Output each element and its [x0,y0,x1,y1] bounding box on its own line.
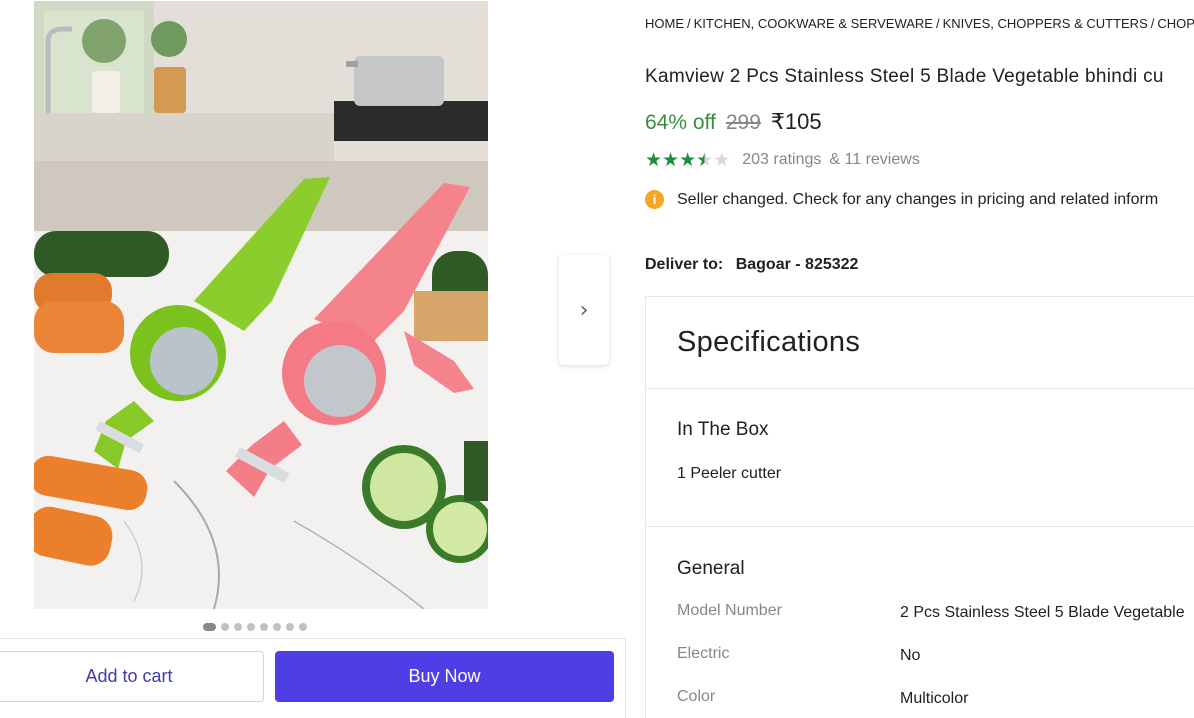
delivery-location[interactable]: Deliver to: Bagoar - 825322 [645,256,858,274]
star-full-icon: ★ [645,149,663,171]
seller-changed-notice: i Seller changed. Check for any changes … [645,189,1159,209]
spec-key: Electric [677,645,730,662]
carousel-dot-active[interactable] [203,623,216,631]
carousel-dot[interactable] [260,623,268,631]
in-the-box-section: In The Box 1 Peeler cutter [646,389,1194,527]
in-the-box-title: In The Box [677,419,769,440]
next-image-button[interactable]: › [559,255,609,365]
star-rating: ★ ★ ★ ★ ★ [645,150,730,170]
discount-percent: 64% off [645,111,716,134]
purchase-action-bar: Add to cart Buy Now [0,638,626,718]
star-full-icon: ★ [679,149,697,171]
ratings-count: 203 ratings [742,151,822,168]
carousel-dot[interactable] [221,623,229,631]
specifications-header: Specifications [646,297,1194,389]
carousel-dot[interactable] [247,623,255,631]
spec-key: Color [677,688,716,705]
product-title: Kamview 2 Pcs Stainless Steel 5 Blade Ve… [645,66,1164,87]
product-photo [34,1,488,609]
price-row: 64% off 299 ₹105 [645,109,822,135]
product-details: HOME / KITCHEN, COOKWARE & SERVEWARE / KNIVE… [645,0,1194,718]
star-full-icon: ★ [662,149,680,171]
carousel-dot[interactable] [299,623,307,631]
carousel-dot[interactable] [273,623,281,631]
info-icon: i [645,189,664,209]
deliver-label: Deliver to: [645,256,724,273]
specifications-heading: Specifications [677,326,861,358]
deliver-pincode: Bagoar - 825322 [735,256,859,273]
add-to-cart-button[interactable]: Add to cart [0,651,264,702]
carousel-dot[interactable] [286,623,294,631]
breadcrumb-link-knives[interactable]: KNIVES, CHOPPERS & CUTTERS [943,16,1148,31]
selling-price: ₹105 [770,109,822,134]
chevron-right-icon: › [579,297,589,323]
breadcrumb-link-chopper[interactable]: CHOPPER [1157,16,1194,31]
buy-now-button[interactable]: Buy Now [275,651,614,702]
spec-value: No [900,647,921,664]
breadcrumb-link-kitchen[interactable]: KITCHEN, COOKWARE & SERVEWARE [694,16,933,31]
in-the-box-item: 1 Peeler cutter [677,465,782,482]
original-price: 299 [725,111,761,134]
specifications-card: Specifications In The Box 1 Peeler cutte… [645,296,1194,718]
spec-value: Multicolor [900,690,969,707]
spec-key: Model Number [677,602,782,619]
star-empty-icon: ★ [713,149,731,171]
notice-text: Seller changed. Check for any changes in… [677,191,1159,208]
image-carousel-dots [203,623,307,631]
rating-row: ★ ★ ★ ★ ★ 203 ratings & 11 reviews [645,150,924,170]
general-section: General Model Number 2 Pcs Stainless Ste… [646,527,1194,718]
carousel-dot[interactable] [234,623,242,631]
spec-value: 2 Pcs Stainless Steel 5 Blade Vegetable [900,604,1185,621]
general-title: General [677,558,745,579]
breadcrumb: HOME / KITCHEN, COOKWARE & SERVEWARE / KNIVE… [645,16,1194,31]
product-image[interactable] [34,1,488,609]
ratings-link[interactable]: 203 ratings & 11 reviews [742,151,924,169]
breadcrumb-link-home[interactable]: HOME [645,16,684,31]
reviews-count: & 11 reviews [829,151,920,168]
star-half-icon: ★ [696,149,714,171]
